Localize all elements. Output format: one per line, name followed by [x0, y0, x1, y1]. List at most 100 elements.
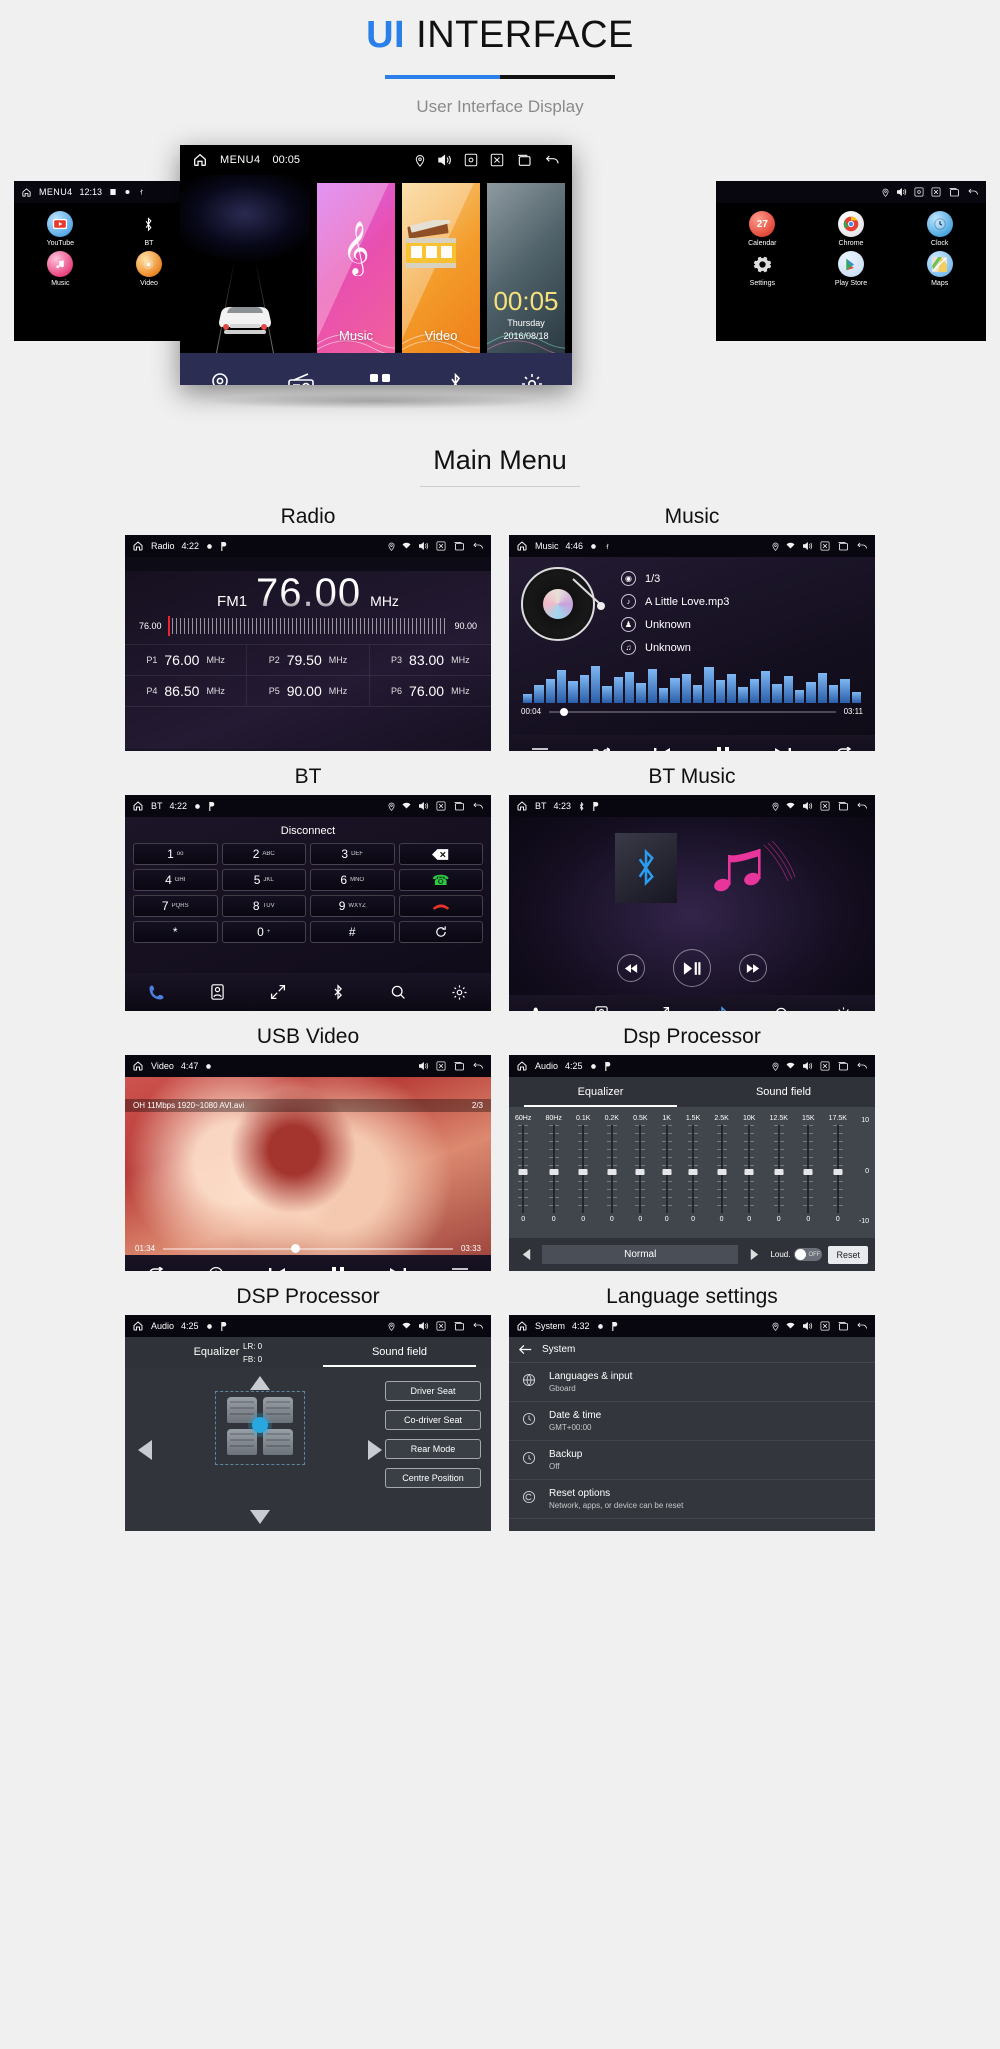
phone-icon[interactable] [148, 984, 165, 1001]
recents-icon[interactable] [837, 1061, 849, 1071]
band-slider[interactable] [606, 1125, 617, 1213]
repeat-button[interactable] [147, 1266, 165, 1271]
seat-rear-left[interactable] [227, 1429, 257, 1455]
back-icon[interactable] [856, 541, 868, 551]
call-key[interactable]: ☎ [398, 869, 483, 891]
close-icon[interactable] [436, 801, 446, 811]
tile-music[interactable]: 𝄞 Music [317, 183, 395, 353]
settings-icon[interactable] [451, 984, 468, 1001]
eq-band[interactable]: 60Hz 0 [515, 1115, 531, 1239]
close-icon[interactable] [820, 1321, 830, 1331]
centre-position-button[interactable]: Centre Position [385, 1468, 481, 1488]
volume-icon[interactable] [418, 801, 429, 811]
preset-p4[interactable]: P4 86.50 MHz [125, 676, 248, 706]
seat-front-right[interactable] [263, 1397, 293, 1423]
volume-icon[interactable] [896, 187, 907, 197]
music-progress-knob[interactable] [560, 707, 569, 716]
video-seekbar[interactable]: 01:34 03:33 [125, 1243, 491, 1253]
setting-date-time[interactable]: Date & time GMT+00:00 [509, 1402, 875, 1441]
dock-apps-grid-icon[interactable] [369, 373, 391, 385]
right-device-screen[interactable]: 27 Calendar Chrome Clock Settings Play S… [716, 181, 986, 341]
next-button[interactable] [774, 747, 792, 751]
back-icon[interactable] [472, 801, 484, 811]
previous-button[interactable] [617, 954, 645, 982]
band-slider[interactable] [803, 1125, 814, 1213]
video-progress-bar[interactable] [163, 1243, 453, 1253]
app-play-store[interactable]: Play Store [809, 251, 894, 287]
key-2[interactable]: 2 ABC [221, 843, 306, 865]
eq-band[interactable]: 1K 0 [661, 1115, 672, 1239]
next-button[interactable] [389, 1267, 407, 1271]
eq-band[interactable]: 17.5K 0 [829, 1115, 847, 1239]
band-slider[interactable] [716, 1125, 727, 1213]
backspace-key[interactable] [398, 843, 483, 865]
preset-next-button[interactable] [744, 1246, 764, 1264]
settings-icon[interactable] [835, 1006, 852, 1012]
transfer-icon[interactable] [270, 984, 286, 1000]
band-slider[interactable] [518, 1125, 529, 1213]
home-icon[interactable] [516, 800, 528, 812]
repeat-button[interactable] [835, 746, 853, 751]
contacts-icon[interactable] [594, 1006, 609, 1011]
close-icon[interactable] [490, 153, 504, 167]
preset-p1[interactable]: P1 76.00 MHz [125, 645, 248, 675]
back-icon[interactable] [472, 1321, 484, 1331]
left-arrow-button[interactable] [137, 1439, 153, 1461]
home-icon[interactable] [132, 1320, 144, 1332]
app-bt[interactable]: BT [107, 211, 192, 247]
video-body[interactable]: OH 11Mbps 1920~1080 AVI.avi 2/3 01:34 03… [125, 1077, 491, 1271]
previous-button[interactable] [653, 747, 671, 751]
setting-backup[interactable]: Backup Off [509, 1441, 875, 1480]
home-icon[interactable] [132, 800, 144, 812]
back-icon[interactable] [856, 1061, 868, 1071]
tab-sound-field[interactable]: Sound field [692, 1077, 875, 1107]
refresh-key[interactable] [398, 921, 483, 943]
key-1[interactable]: 1 oo [133, 843, 218, 865]
volume-icon[interactable] [418, 1321, 429, 1331]
search-icon[interactable] [390, 984, 406, 1000]
home-icon[interactable] [516, 540, 528, 552]
language-screen[interactable]: System 4:32 System Languages & input Gbo… [509, 1315, 875, 1531]
volume-icon[interactable] [802, 1321, 813, 1331]
back-arrow-icon[interactable] [519, 1344, 532, 1355]
tab-equalizer[interactable]: Equalizer [509, 1077, 692, 1107]
volume-icon[interactable] [802, 541, 813, 551]
back-icon[interactable] [967, 187, 979, 197]
dsp-sound-screen[interactable]: Audio 4:25 Equalizer Sound field LR: 0 F… [125, 1315, 491, 1531]
playlist-button[interactable] [531, 747, 549, 751]
key-hash[interactable]: # [310, 921, 395, 943]
bt-music-icon[interactable] [715, 1006, 729, 1011]
dock-settings-gear-icon[interactable] [520, 372, 544, 385]
band-slider[interactable] [548, 1125, 559, 1213]
play-pause-button[interactable] [673, 949, 711, 987]
key-6[interactable]: 6 MNO [310, 869, 395, 891]
band-slider[interactable] [744, 1125, 755, 1213]
previous-button[interactable] [268, 1267, 286, 1271]
volume-icon[interactable] [802, 1061, 813, 1071]
key-7[interactable]: 7 PQRS [133, 895, 218, 917]
eq-band[interactable]: 12.5K 0 [770, 1115, 788, 1239]
recents-icon[interactable] [453, 1061, 465, 1071]
key-4[interactable]: 4 GHI [133, 869, 218, 891]
loudness-control[interactable]: Loud. OFF [770, 1248, 823, 1261]
dock-radio-icon[interactable] [287, 373, 314, 385]
bt-music-icon[interactable] [331, 984, 345, 1000]
key-5[interactable]: 5 JKL [221, 869, 306, 891]
volume-icon[interactable] [802, 801, 813, 811]
bt-music-screen[interactable]: BT 4:23 [509, 795, 875, 1011]
home-icon[interactable] [132, 540, 144, 552]
app-chrome[interactable]: Chrome [809, 211, 894, 247]
home-icon[interactable] [516, 1060, 528, 1072]
hangup-key[interactable] [398, 895, 483, 917]
sf-focus-point[interactable] [252, 1417, 268, 1433]
eq-band[interactable]: 2.5K 0 [714, 1115, 728, 1239]
home-icon[interactable] [132, 1060, 144, 1072]
volume-icon[interactable] [418, 541, 429, 551]
band-slider[interactable] [635, 1125, 646, 1213]
app-maps[interactable]: Maps [897, 251, 982, 287]
eq-band[interactable]: 0.5K 0 [633, 1115, 647, 1239]
reset-button[interactable]: Reset [828, 1245, 868, 1264]
close-icon[interactable] [931, 187, 941, 197]
down-arrow-button[interactable] [249, 1509, 271, 1525]
close-icon[interactable] [436, 1321, 446, 1331]
